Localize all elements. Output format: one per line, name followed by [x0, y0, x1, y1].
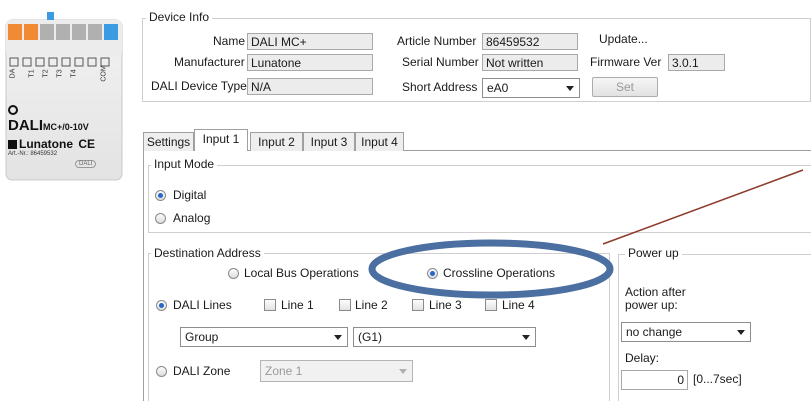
line-1-checkbox[interactable]	[264, 299, 276, 311]
analog-label: Analog	[173, 211, 211, 225]
terminal-label: COM	[100, 65, 108, 82]
crossline-radio[interactable]	[427, 268, 438, 279]
chevron-down-icon	[399, 369, 407, 374]
name-label: Name	[213, 34, 246, 48]
zone-select-value: Zone 1	[265, 364, 303, 378]
device-type-label: DALI Device Type	[151, 79, 247, 93]
group-select-value: Group	[185, 330, 219, 344]
tab-input-4[interactable]: Input 4	[355, 132, 404, 151]
local-bus-radio[interactable]	[228, 268, 239, 279]
tab-input-1[interactable]: Input 1	[194, 129, 248, 151]
line-1-label: Line 1	[281, 298, 314, 312]
destination-address-title: Destination Address	[151, 246, 264, 260]
line-2-label: Line 2	[355, 298, 388, 312]
chevron-down-icon	[334, 335, 342, 340]
firmware-label: Firmware Ver	[590, 55, 662, 69]
dali-zone-radio[interactable]	[156, 366, 167, 377]
article-number-label: Article Number	[397, 34, 477, 48]
manufacturer-label: Manufacturer	[174, 55, 245, 69]
line-3-checkbox[interactable]	[412, 299, 424, 311]
input-mode-group	[148, 165, 811, 233]
serial-number-field[interactable]: Not written	[482, 54, 578, 71]
device-terminal-labels: DA T1 T2 T3 T4 COM	[8, 65, 120, 90]
group-number-value: (G1)	[358, 330, 382, 344]
logo-mark-icon	[8, 140, 17, 149]
terminal-label: T1	[28, 69, 36, 78]
action-after-line-1: Action after	[625, 285, 686, 299]
local-bus-label: Local Bus Operations	[244, 266, 359, 280]
brand-text: DALI	[8, 117, 43, 134]
serial-number-label: Serial Number	[402, 55, 479, 69]
device-article-text: Art.-Nr.: 86459532	[8, 151, 58, 157]
name-field[interactable]: DALI MC+	[247, 33, 373, 50]
lunatone-logo: Lunatone CE	[8, 137, 95, 151]
line-3-label: Line 3	[429, 298, 462, 312]
power-icon	[8, 105, 18, 115]
set-button[interactable]: Set	[592, 77, 658, 97]
device-info-title: Device Info	[146, 10, 213, 24]
short-address-label: Short Address	[402, 80, 478, 94]
analog-radio[interactable]	[155, 213, 166, 224]
logo-text: Lunatone	[19, 137, 73, 151]
model-suffix: MC+/0-10V	[43, 122, 89, 132]
power-up-action-select[interactable]: no change	[621, 322, 751, 342]
device-image	[4, 12, 124, 184]
crossline-label: Crossline Operations	[443, 266, 556, 280]
action-after-label: Action after power up:	[625, 286, 686, 312]
digital-label: Digital	[173, 188, 207, 202]
device-brand: DALIMC+/0-10V	[8, 117, 89, 134]
line-4-checkbox[interactable]	[485, 299, 497, 311]
short-address-value: eA0	[487, 81, 509, 95]
zone-select[interactable]: Zone 1	[260, 360, 413, 382]
chevron-down-icon	[566, 86, 574, 91]
terminal-label: T4	[70, 69, 78, 78]
article-number-field[interactable]: 86459532	[482, 33, 578, 50]
action-after-line-2: power up:	[625, 298, 678, 312]
line-2-checkbox[interactable]	[339, 299, 351, 311]
dali-badge: DALI	[75, 160, 97, 168]
update-button[interactable]: Update...	[599, 32, 648, 46]
tab-input-2[interactable]: Input 2	[250, 132, 303, 151]
dali-zone-label: DALI Zone	[173, 364, 231, 378]
chevron-down-icon	[737, 330, 745, 335]
delay-input[interactable]: 0	[621, 370, 688, 390]
terminal-label: T3	[56, 69, 64, 78]
group-select[interactable]: Group	[180, 327, 348, 347]
tab-settings[interactable]: Settings	[143, 132, 194, 151]
digital-radio[interactable]	[155, 190, 166, 201]
device-type-field[interactable]: N/A	[247, 78, 373, 95]
dali-lines-label: DALI Lines	[173, 298, 232, 312]
input-mode-title: Input Mode	[151, 157, 218, 171]
firmware-field[interactable]: 3.0.1	[668, 54, 725, 71]
short-address-select[interactable]: eA0	[482, 78, 580, 98]
chevron-down-icon	[522, 335, 530, 340]
terminal-label: DA	[9, 68, 17, 79]
line-4-label: Line 4	[502, 298, 535, 312]
device-body-graphic	[5, 12, 123, 181]
dali-lines-radio[interactable]	[156, 300, 167, 311]
ce-mark: CE	[78, 137, 96, 151]
tab-input-3[interactable]: Input 3	[303, 132, 355, 151]
power-up-action-value: no change	[626, 325, 683, 339]
group-number-select[interactable]: (G1)	[353, 327, 536, 347]
delay-range-label: [0...7sec]	[693, 372, 742, 386]
power-up-title: Power up	[625, 246, 682, 260]
manufacturer-field[interactable]: Lunatone	[247, 54, 373, 71]
delay-label: Delay:	[625, 351, 660, 365]
terminal-label: T2	[42, 69, 50, 78]
